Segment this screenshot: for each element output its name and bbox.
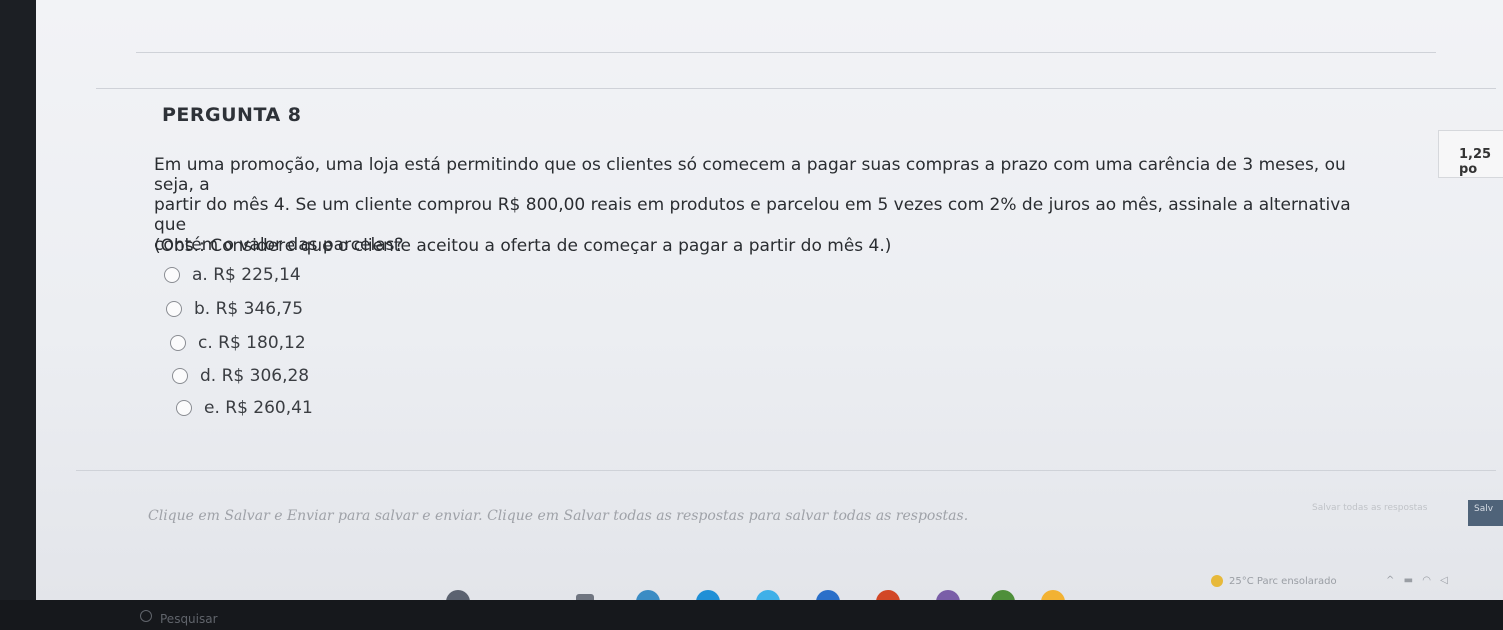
radio-icon[interactable]	[170, 335, 186, 351]
app-icon[interactable]	[991, 590, 1015, 600]
question-line-1: Em uma promoção, uma loja está permitind…	[154, 155, 1346, 195]
option-label: e. R$ 260,41	[204, 398, 313, 418]
option-label: b. R$ 346,75	[194, 299, 304, 319]
chevron-up-icon[interactable]: ^	[1386, 575, 1397, 586]
wifi-icon[interactable]: ◠	[1422, 575, 1434, 586]
option-label: a. R$ 225,14	[192, 265, 301, 285]
weather-text: 25°C Parc ensolarado	[1229, 575, 1337, 587]
edge-icon[interactable]	[696, 590, 720, 600]
question-line-2: partir do mês 4. Se um cliente comprou R…	[154, 195, 1351, 235]
radio-icon[interactable]	[166, 301, 182, 317]
radio-icon[interactable]	[164, 267, 180, 283]
radio-icon[interactable]	[176, 400, 192, 416]
save-all-button[interactable]: Salvar todas as respostas	[1312, 503, 1427, 513]
taskbar-search[interactable]: Pesquisar	[160, 612, 218, 626]
option-a[interactable]: a. R$ 225,14	[164, 265, 301, 285]
divider-top	[136, 52, 1436, 53]
weather-widget[interactable]: 25°C Parc ensolarado	[1211, 575, 1337, 587]
search-icon[interactable]	[140, 610, 152, 622]
save-submit-button[interactable]: Salv	[1468, 500, 1503, 526]
option-b[interactable]: b. R$ 346,75	[166, 299, 303, 319]
file-explorer-icon[interactable]	[636, 590, 660, 600]
outlook-icon[interactable]	[816, 590, 840, 600]
option-c[interactable]: c. R$ 180,12	[170, 333, 306, 353]
option-e[interactable]: e. R$ 260,41	[176, 398, 313, 418]
weather-icon	[1211, 575, 1223, 587]
office-icon[interactable]	[876, 590, 900, 600]
option-label: d. R$ 306,28	[200, 366, 310, 386]
system-tray[interactable]: ^ ▬ ◠ ◁	[1386, 575, 1451, 586]
task-view-icon[interactable]	[446, 590, 470, 600]
taskbar	[0, 600, 1503, 630]
option-label: c. R$ 180,12	[198, 333, 306, 353]
store-icon[interactable]	[756, 590, 780, 600]
volume-icon[interactable]: ◁	[1440, 575, 1451, 586]
question-note: (Obs.: Considere que o cliente aceitou a…	[154, 236, 892, 256]
option-d[interactable]: d. R$ 306,28	[172, 366, 309, 386]
question-points: 1,25 po	[1438, 130, 1503, 178]
browser-page: PERGUNTA 8 1,25 po Em uma promoção, uma …	[36, 0, 1503, 600]
teams-icon[interactable]	[936, 590, 960, 600]
battery-icon[interactable]: ▬	[1404, 575, 1416, 586]
footer-hint: Clique em Salvar e Enviar para salvar e …	[148, 508, 969, 524]
chrome-icon[interactable]	[1041, 590, 1065, 600]
question-title: PERGUNTA 8	[162, 104, 302, 126]
divider-question	[96, 88, 1496, 89]
divider-footer	[76, 470, 1496, 471]
radio-icon[interactable]	[172, 368, 188, 384]
